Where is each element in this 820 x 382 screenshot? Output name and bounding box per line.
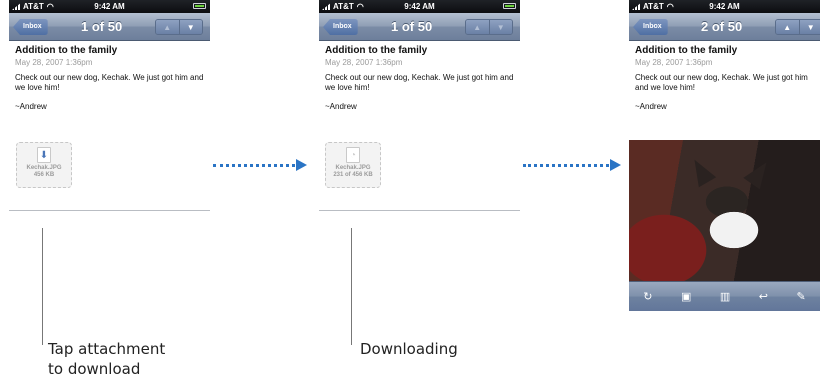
- battery-icon: [193, 3, 206, 9]
- move-to-folder-icon[interactable]: ▣: [681, 290, 691, 303]
- message-view: Addition to the family May 28, 2007 1:36…: [319, 41, 520, 111]
- status-bar: AT&T ◠ 9:42 AM: [9, 0, 210, 13]
- dog-ear-right: [743, 156, 775, 190]
- previous-message-icon[interactable]: ▲: [156, 20, 179, 34]
- attachment[interactable]: ⬇ Kechak.JPG 456 KB: [16, 142, 72, 188]
- message-nav-arrows: ▲ ▼: [155, 19, 203, 35]
- loading-file-icon: ◔: [346, 147, 360, 163]
- message-body: Check out our new dog, Kechak. We just g…: [635, 73, 808, 92]
- compose-icon[interactable]: ✎: [797, 290, 806, 303]
- refresh-icon[interactable]: ↻: [643, 290, 652, 303]
- message-counter: 1 of 50: [81, 19, 123, 34]
- nav-bar: Inbox 1 of 50 ▲ ▼: [319, 13, 520, 41]
- callout-line-tap: [42, 228, 43, 345]
- attachment-name: Kechak.JPG: [26, 165, 62, 171]
- message-date: May 28, 2007 1:36pm: [15, 58, 93, 67]
- reply-icon[interactable]: ↩: [759, 290, 768, 303]
- caption-tap-attachment: Tap attachment to download: [48, 339, 165, 379]
- clock: 9:42 AM: [404, 2, 435, 11]
- inbox-back-button[interactable]: Inbox: [323, 19, 358, 35]
- message-date: May 28, 2007 1:36pm: [325, 58, 403, 67]
- download-arrow-icon: ⬇: [37, 147, 51, 163]
- message-body: Check out our new dog, Kechak. We just g…: [15, 73, 204, 92]
- message-signature: ~Andrew: [325, 102, 357, 111]
- next-message-icon[interactable]: ▼: [798, 20, 820, 34]
- inbox-back-button[interactable]: Inbox: [633, 19, 668, 35]
- next-message-icon[interactable]: ▼: [488, 20, 512, 34]
- attachment-size: 456 KB: [33, 172, 55, 178]
- message-counter: 2 of 50: [701, 19, 743, 34]
- message-subject: Addition to the family: [325, 45, 428, 56]
- next-message-icon[interactable]: ▼: [178, 20, 202, 34]
- message-nav-arrows: ▲ ▼: [775, 19, 820, 35]
- message-body: Check out our new dog, Kechak. We just g…: [325, 73, 514, 92]
- dotted-connector-2: [523, 164, 609, 167]
- status-bar: AT&T ◠ 9:42 AM: [319, 0, 520, 13]
- previous-message-icon[interactable]: ▲: [466, 20, 489, 34]
- message-nav-arrows: ▲ ▼: [465, 19, 513, 35]
- attachment[interactable]: ◔ Kechak.JPG 231 of 456 KB: [325, 142, 381, 188]
- dog-ear-left: [685, 154, 717, 188]
- iphone-screen-2: AT&T ◠ 9:42 AM Inbox 1 of 50 ▲ ▼ Addition…: [319, 0, 520, 211]
- message-view: Addition to the family May 28, 2007 1:36…: [9, 41, 210, 111]
- message-signature: ~Andrew: [15, 102, 47, 111]
- inbox-back-button[interactable]: Inbox: [13, 19, 48, 35]
- nav-bar: Inbox 2 of 50 ▲ ▼: [629, 13, 820, 41]
- callout-line-downloading: [351, 228, 352, 345]
- clock: 9:42 AM: [94, 2, 125, 11]
- arrowhead-icon: [610, 159, 621, 171]
- previous-message-icon[interactable]: ▲: [776, 20, 799, 34]
- caption-tap-line1: Tap attachment: [48, 340, 166, 358]
- dog-photo-attachment[interactable]: [629, 140, 820, 282]
- nav-bar: Inbox 1 of 50 ▲ ▼: [9, 13, 210, 41]
- arrowhead-icon: [296, 159, 307, 171]
- message-subject: Addition to the family: [15, 45, 118, 56]
- message-view: Addition to the family May 28, 2007 1:36…: [629, 41, 820, 111]
- dotted-connector-1: [213, 164, 295, 167]
- clock: 9:42 AM: [709, 2, 740, 11]
- attachment-progress: 231 of 456 KB: [333, 172, 373, 178]
- attachment-name: Kechak.JPG: [335, 165, 371, 171]
- message-date: May 28, 2007 1:36pm: [635, 58, 713, 67]
- mail-toolbar: ↻ ▣ ▥ ↩ ✎: [629, 281, 820, 311]
- caption-tap-line2: to download: [48, 360, 141, 378]
- caption-downloading: Downloading: [360, 340, 458, 358]
- battery-icon: [503, 3, 516, 9]
- message-subject: Addition to the family: [635, 45, 738, 56]
- message-signature: ~Andrew: [635, 102, 667, 111]
- iphone-screen-1: AT&T ◠ 9:42 AM Inbox 1 of 50 ▲ ▼ Addition…: [9, 0, 210, 211]
- iphone-screen-3: AT&T ◠ 9:42 AM Inbox 2 of 50 ▲ ▼ Addition…: [629, 0, 820, 311]
- message-counter: 1 of 50: [391, 19, 433, 34]
- trash-icon[interactable]: ▥: [720, 290, 730, 303]
- status-bar: AT&T ◠ 9:42 AM: [629, 0, 820, 13]
